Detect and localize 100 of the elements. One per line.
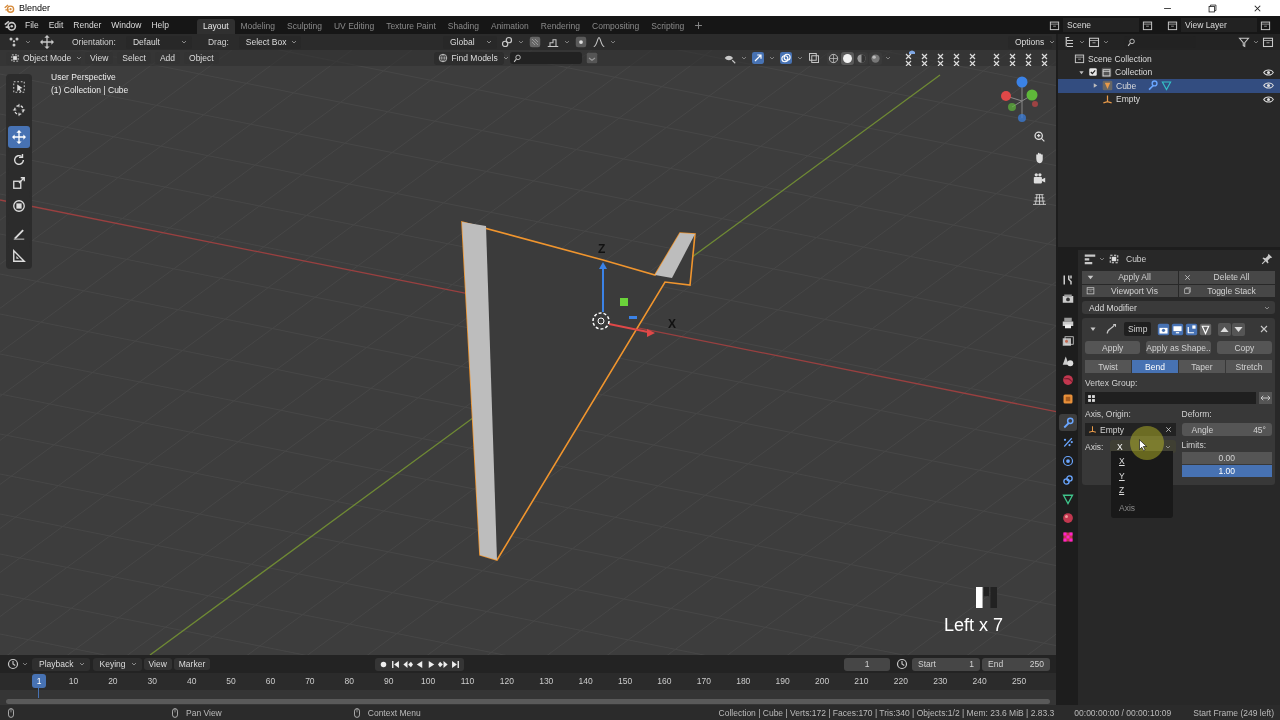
angle-value[interactable]: 45°	[1253, 424, 1266, 435]
menu-item[interactable]: View	[143, 658, 172, 670]
disclosure-triangle-icon[interactable]	[1078, 68, 1085, 76]
monitor-toggle-icon[interactable]	[1171, 322, 1185, 336]
outliner-item[interactable]: Scene Collection	[1058, 52, 1280, 66]
scene-icon[interactable]	[1049, 19, 1060, 31]
workspace-tab[interactable]: Layout	[196, 19, 235, 34]
previous-keyframe-icon[interactable]	[402, 658, 414, 670]
outliner-item[interactable]: Empty	[1058, 92, 1280, 106]
camera-toggle-icon[interactable]	[1157, 322, 1171, 336]
workspace-tab[interactable]: Scripting	[645, 19, 691, 34]
search-field[interactable]	[510, 52, 583, 64]
disclosure-triangle-icon[interactable]	[1092, 82, 1099, 90]
disclosure-triangle-icon[interactable]	[1089, 325, 1097, 333]
eye-icon[interactable]	[1263, 66, 1274, 78]
zoom-icon[interactable]	[1033, 130, 1046, 143]
camera-icon[interactable]	[1033, 172, 1046, 185]
overlay-icon[interactable]	[780, 52, 792, 64]
menu-item[interactable]: Render	[68, 20, 107, 30]
caret-icon[interactable]	[796, 54, 804, 62]
scrollbar[interactable]	[6, 699, 1050, 704]
increment-icon[interactable]	[547, 36, 559, 48]
find-models-dropdown[interactable]: Find Models	[434, 51, 505, 65]
caret-icon[interactable]	[884, 54, 892, 62]
outliner-item[interactable]: Cube	[1058, 79, 1280, 93]
menu-item[interactable]: Window	[106, 20, 147, 30]
edit-mode-toggle-icon[interactable]	[1185, 322, 1199, 336]
caret-icon[interactable]	[1252, 38, 1260, 46]
jump-end-icon[interactable]	[450, 658, 462, 670]
method-tab[interactable]: Stretch	[1226, 360, 1272, 373]
origin-field[interactable]: Empty	[1085, 423, 1176, 436]
workspace-tab[interactable]: Shading	[441, 19, 485, 34]
checkbox[interactable]	[1088, 67, 1098, 78]
wireframe-shading-icon[interactable]	[828, 52, 839, 64]
menu-item[interactable]: Select	[117, 52, 151, 64]
menu-option[interactable]: Z	[1115, 483, 1169, 498]
restore-icon[interactable]	[1207, 2, 1218, 14]
proportional-icon[interactable]	[575, 36, 587, 48]
link-icon[interactable]	[501, 36, 513, 48]
remove-icon[interactable]	[1258, 323, 1270, 335]
menu-item[interactable]: File	[20, 20, 44, 30]
jump-start-icon[interactable]	[390, 658, 402, 670]
drag-dropdown[interactable]: Select Box	[238, 35, 301, 49]
menu-option[interactable]: X	[1115, 454, 1169, 469]
stack-button[interactable]: Toggle Stack	[1179, 284, 1275, 297]
move-down-icon[interactable]	[1232, 322, 1246, 336]
move-tool-button[interactable]	[8, 126, 30, 148]
playhead-frame[interactable]: 1	[32, 674, 46, 688]
workspace-tab[interactable]: UV Editing	[327, 19, 381, 34]
clear-icon[interactable]	[1163, 425, 1173, 434]
caret-icon[interactable]	[1102, 38, 1110, 46]
editor-type-icon[interactable]	[1084, 252, 1096, 265]
start-frame-value[interactable]: 1	[969, 659, 974, 669]
workspace-tab[interactable]: Compositing	[586, 19, 646, 34]
current-frame-field[interactable]: 1	[844, 657, 890, 671]
workspace-tab[interactable]: Modeling	[234, 19, 281, 34]
workspace-tab[interactable]: Texture Paint	[380, 19, 442, 34]
limit-field[interactable]: 1.00	[1181, 465, 1272, 477]
orientation-dropdown[interactable]: Default	[125, 35, 192, 49]
workspace-tab[interactable]: Sculpting	[281, 19, 328, 34]
menu-item[interactable]: Edit	[43, 20, 69, 30]
rendered-shading-icon[interactable]	[870, 52, 881, 64]
caret-icon[interactable]	[768, 54, 776, 62]
modifier-action-button[interactable]: Copy	[1216, 341, 1272, 354]
wrench-icon[interactable]	[1147, 80, 1159, 92]
pin-icon[interactable]	[1261, 252, 1273, 265]
method-tab[interactable]: Twist	[1085, 360, 1131, 373]
caret-icon[interactable]	[1078, 38, 1086, 46]
caret-icon[interactable]	[21, 660, 29, 668]
logo-icon[interactable]	[4, 18, 17, 32]
display-mode-icon[interactable]	[1088, 36, 1100, 48]
method-tab[interactable]: Taper	[1179, 360, 1225, 373]
material-shading-icon[interactable]	[856, 52, 867, 64]
vertex-group-field[interactable]	[1085, 392, 1256, 404]
workspace-tab[interactable]: Animation	[484, 19, 535, 34]
menu-dropdown[interactable]: Playback	[32, 657, 90, 671]
filter-icon[interactable]	[1238, 36, 1250, 48]
move-icon[interactable]	[40, 35, 54, 49]
falloff-icon[interactable]	[593, 36, 605, 48]
caret-icon[interactable]	[609, 38, 617, 46]
eye-icon[interactable]	[1263, 93, 1274, 105]
grid-icon[interactable]	[1033, 193, 1046, 206]
stack-button[interactable]: Viewport Vis	[1082, 284, 1178, 297]
stopwatch-icon[interactable]	[896, 658, 908, 670]
plus-icon[interactable]	[693, 19, 705, 31]
invert-icon[interactable]	[1259, 392, 1272, 404]
caret-icon[interactable]	[563, 38, 571, 46]
menu-option[interactable]: Y	[1115, 468, 1169, 483]
scene-field[interactable]: Scene	[1063, 18, 1139, 32]
x-ray-icon[interactable]	[808, 52, 820, 64]
gizmo-icon[interactable]	[752, 52, 764, 64]
add-modifier-dropdown[interactable]: Add Modifier	[1082, 301, 1275, 314]
end-frame-value[interactable]: 250	[1029, 659, 1044, 669]
stack-button[interactable]: Apply All	[1082, 271, 1178, 284]
hand-icon[interactable]	[1033, 151, 1046, 164]
modifier-name-field[interactable]: Simp	[1124, 322, 1152, 336]
caret-icon[interactable]	[740, 54, 748, 62]
move-up-icon[interactable]	[1218, 322, 1232, 336]
solid-shading-icon[interactable]	[842, 52, 853, 64]
stack-button[interactable]: Delete All	[1179, 271, 1275, 284]
